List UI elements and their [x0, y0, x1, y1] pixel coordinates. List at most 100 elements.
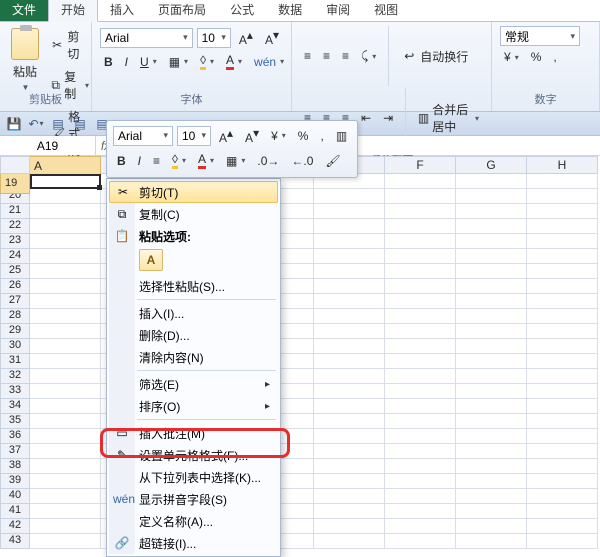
- cell[interactable]: [314, 309, 385, 324]
- tab-data[interactable]: 数据: [266, 0, 314, 21]
- cell[interactable]: [456, 219, 527, 234]
- cell[interactable]: [527, 399, 598, 414]
- cell[interactable]: [314, 399, 385, 414]
- decrease-font-button[interactable]: A▾: [261, 26, 283, 49]
- row-header[interactable]: 21: [0, 204, 30, 219]
- cell[interactable]: [314, 234, 385, 249]
- cell[interactable]: [30, 189, 101, 204]
- cell[interactable]: [314, 204, 385, 219]
- cell[interactable]: [30, 234, 101, 249]
- qat-item-2[interactable]: ▤: [72, 116, 88, 132]
- qat-undo-button[interactable]: ↶▾: [28, 116, 44, 132]
- cell[interactable]: [385, 504, 456, 519]
- accounting-format-button[interactable]: ¥▾: [500, 48, 523, 66]
- row-header[interactable]: 41: [0, 504, 30, 519]
- cell[interactable]: [314, 459, 385, 474]
- cell[interactable]: [456, 234, 527, 249]
- decrease-indent-button[interactable]: ⇤: [357, 109, 375, 127]
- cell[interactable]: [527, 414, 598, 429]
- phonetic-button[interactable]: wén▾: [250, 53, 288, 71]
- cell[interactable]: [314, 279, 385, 294]
- cell[interactable]: [527, 174, 598, 189]
- row-header[interactable]: 33: [0, 384, 30, 399]
- row-header[interactable]: 35: [0, 414, 30, 429]
- cell[interactable]: [30, 309, 101, 324]
- cell[interactable]: [527, 189, 598, 204]
- cell[interactable]: [314, 249, 385, 264]
- row-header[interactable]: 39: [0, 474, 30, 489]
- cell[interactable]: [385, 204, 456, 219]
- tab-view[interactable]: 视图: [362, 0, 410, 21]
- merge-center-button[interactable]: ▥合并后居中▾: [414, 99, 483, 137]
- row-header[interactable]: 26: [0, 279, 30, 294]
- orientation-button[interactable]: ⤹▾: [357, 47, 380, 66]
- cell[interactable]: [527, 219, 598, 234]
- cell[interactable]: [456, 399, 527, 414]
- cell[interactable]: [385, 354, 456, 369]
- increase-font-button[interactable]: A▴: [235, 26, 257, 49]
- mini-border[interactable]: ▦▾: [222, 152, 249, 170]
- paste-option-keep-source[interactable]: A: [139, 249, 163, 271]
- cell[interactable]: [527, 429, 598, 444]
- increase-indent-button[interactable]: ⇥: [379, 109, 397, 127]
- number-format-select[interactable]: 常规▾: [500, 26, 580, 46]
- mini-comma[interactable]: ,: [316, 127, 327, 145]
- qat-item-1[interactable]: ▤: [50, 116, 66, 132]
- cell[interactable]: [527, 354, 598, 369]
- cell[interactable]: [30, 489, 101, 504]
- cell[interactable]: [456, 474, 527, 489]
- row-header[interactable]: 34: [0, 399, 30, 414]
- cell[interactable]: [527, 384, 598, 399]
- cell[interactable]: [30, 504, 101, 519]
- wrap-text-button[interactable]: ↩自动换行: [397, 46, 472, 67]
- cell[interactable]: [456, 369, 527, 384]
- mini-merge[interactable]: ▥: [332, 127, 351, 145]
- row-header[interactable]: 27: [0, 294, 30, 309]
- tab-review[interactable]: 审阅: [314, 0, 362, 21]
- cell[interactable]: [314, 264, 385, 279]
- cell[interactable]: [456, 384, 527, 399]
- col-header[interactable]: A: [30, 156, 101, 176]
- ctx-dropdown-pick[interactable]: 从下拉列表中选择(K)...: [109, 466, 278, 488]
- cell[interactable]: [527, 279, 598, 294]
- mini-fill[interactable]: ◊▾: [168, 150, 190, 171]
- cell[interactable]: [527, 534, 598, 549]
- ctx-format-cells[interactable]: ✎设置单元格格式(F)...: [109, 444, 278, 466]
- ctx-copy[interactable]: ⧉复制(C): [109, 203, 278, 225]
- cell[interactable]: [30, 384, 101, 399]
- row-header[interactable]: 32: [0, 369, 30, 384]
- cell[interactable]: [385, 534, 456, 549]
- cell[interactable]: [456, 294, 527, 309]
- ctx-filter[interactable]: 筛选(E): [109, 373, 278, 395]
- cell[interactable]: [456, 504, 527, 519]
- cell[interactable]: [385, 234, 456, 249]
- row-header[interactable]: 30: [0, 339, 30, 354]
- percent-format-button[interactable]: %: [527, 48, 546, 66]
- cell[interactable]: [314, 534, 385, 549]
- cell[interactable]: [456, 264, 527, 279]
- align-bottom-button[interactable]: ≡: [338, 47, 353, 65]
- ctx-define-name[interactable]: 定义名称(A)...: [109, 510, 278, 532]
- cell[interactable]: [314, 189, 385, 204]
- mini-shrink-font[interactable]: A▾: [241, 124, 263, 147]
- tab-insert[interactable]: 插入: [98, 0, 146, 21]
- cell[interactable]: [456, 309, 527, 324]
- cell[interactable]: [456, 444, 527, 459]
- cell[interactable]: [314, 219, 385, 234]
- cell[interactable]: [456, 429, 527, 444]
- cell[interactable]: [30, 534, 101, 549]
- cell[interactable]: [385, 399, 456, 414]
- cell[interactable]: [456, 414, 527, 429]
- cell[interactable]: [314, 414, 385, 429]
- cell[interactable]: [527, 234, 598, 249]
- col-header[interactable]: F: [385, 156, 456, 174]
- row-header[interactable]: 23: [0, 234, 30, 249]
- cell[interactable]: [456, 519, 527, 534]
- paste-button[interactable]: 粘贴 ▼: [8, 26, 42, 94]
- cell[interactable]: [385, 384, 456, 399]
- cell[interactable]: [30, 249, 101, 264]
- cell[interactable]: [456, 279, 527, 294]
- name-box[interactable]: A19: [0, 136, 96, 155]
- tab-file[interactable]: 文件: [0, 0, 48, 21]
- mini-grow-font[interactable]: A▴: [215, 124, 237, 147]
